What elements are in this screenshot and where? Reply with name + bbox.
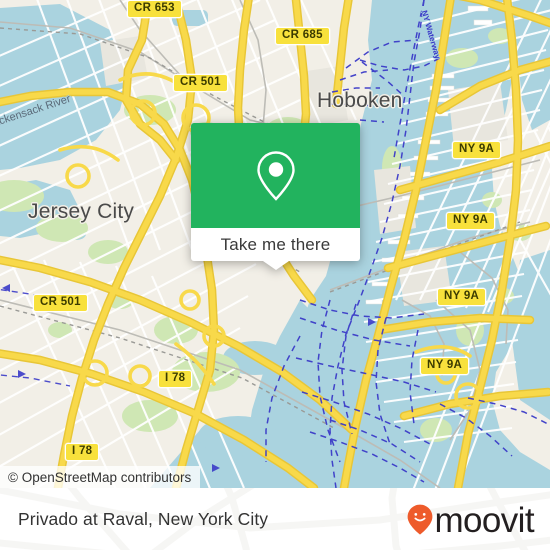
road-shield-cr-501-south: CR 501 [33,294,88,312]
osm-attribution[interactable]: © OpenStreetMap contributors [0,466,201,488]
road-shield-ny-9a-2: NY 9A [446,212,496,230]
road-shield-ny-9a-3: NY 9A [437,288,487,306]
moovit-wordmark: moovit [434,500,535,540]
road-shield-cr-685: CR 685 [275,27,330,45]
road-shield-cr-653: CR 653 [127,0,182,18]
road-shield-cr-501-north: CR 501 [173,74,228,92]
road-shield-ny-9a-1: NY 9A [452,141,502,159]
map-canvas[interactable]: Hoboken Jersey City Hackensack River NY … [0,0,550,488]
moovit-pin-icon [407,504,432,535]
map-pin-icon [256,150,295,201]
page-title-text: Privado at Raval, New York City [18,508,269,529]
place-label-hoboken: Hoboken [317,89,403,112]
road-shield-ny-9a-4: NY 9A [420,357,470,375]
popup-tail-pointer [262,261,289,270]
place-label-jersey-city: Jersey City [28,200,135,223]
take-me-there-label: Take me there [220,234,331,254]
popup-action-bar[interactable]: Take me there [191,228,360,261]
popup-pin-area [191,123,360,228]
road-shield-i-78-1: I 78 [158,370,193,388]
page-title: Privado at Raval, New York City [18,488,268,550]
footer-bar: Privado at Raval, New York City moovit [0,488,550,550]
osm-attribution-text: © OpenStreetMap contributors [8,469,192,485]
road-shield-i-78-2: I 78 [65,443,100,461]
moovit-logo[interactable]: moovit [407,488,535,550]
map-screenshot: Hoboken Jersey City Hackensack River NY … [0,0,550,550]
location-popup-card[interactable]: Take me there [191,123,360,270]
